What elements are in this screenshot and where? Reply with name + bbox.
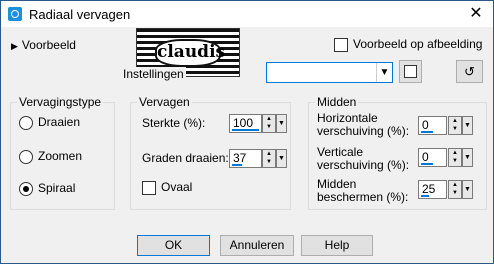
center-group: Midden Horizontale verschuiving (%): 0 ▲…	[308, 95, 487, 210]
radio-draaien[interactable]: Draaien	[19, 115, 80, 130]
h-offset-dropdown-icon[interactable]: ▼	[462, 116, 473, 135]
protect-center-label: Midden beschermen (%):	[317, 178, 408, 204]
h-offset-label-line2: verschuiving (%):	[317, 124, 410, 138]
strength-label: Sterkte (%):	[142, 116, 206, 130]
radio-zoomen[interactable]: Zoomen	[19, 149, 82, 164]
preview-toggle[interactable]: ▶ Voorbeeld	[11, 38, 76, 52]
twist-input[interactable]: 37	[229, 149, 262, 168]
reset-icon[interactable]: ↺	[456, 60, 483, 83]
strength-spinner[interactable]: ▲ ▼	[262, 114, 276, 133]
strength-input[interactable]: 100	[229, 114, 262, 133]
protect-center-input[interactable]: 25	[418, 180, 447, 199]
window-title: Radiaal vervagen	[29, 7, 131, 22]
twist-label: Graden draaien:	[142, 151, 229, 165]
twist-spinner[interactable]: ▲ ▼	[262, 149, 276, 168]
blur-type-title: Vervagingstype	[17, 95, 104, 109]
twist-dropdown-icon[interactable]: ▼	[276, 149, 287, 168]
preset-dropdown[interactable]: ▼	[266, 62, 393, 83]
app-icon	[8, 7, 22, 21]
v-offset-input[interactable]: 0	[418, 148, 447, 167]
preview-toggle-label: Voorbeeld	[21, 38, 76, 52]
protect-label-line2: beschermen (%):	[317, 190, 409, 204]
radio-label: Spiraal	[38, 181, 76, 195]
dialog-window: Radiaal vervagen ✕ ▶ Voorbeeld claudis Vo…	[0, 0, 494, 264]
cancel-button[interactable]: Annuleren	[220, 235, 294, 256]
h-offset-value: 0	[422, 118, 429, 132]
settings-label: Instellingen	[121, 67, 186, 81]
oval-checkbox[interactable]: Ovaal	[142, 180, 192, 195]
help-button[interactable]: Help	[301, 235, 373, 256]
save-preset-icon[interactable]	[399, 60, 422, 83]
ok-button[interactable]: OK	[137, 235, 210, 256]
v-offset-bar	[421, 163, 433, 165]
logo-text: claudis	[155, 39, 225, 67]
title-bar: Radiaal vervagen ✕	[1, 1, 493, 27]
radio-circle-selected[interactable]	[19, 181, 33, 196]
radio-label: Draaien	[38, 115, 81, 129]
triangle-right-icon: ▶	[11, 41, 18, 51]
blur-title: Vervagen	[137, 95, 192, 109]
v-offset-value: 0	[422, 150, 429, 164]
strength-dropdown-icon[interactable]: ▼	[276, 114, 287, 133]
strength-value: 100	[233, 116, 254, 130]
protect-dropdown-icon[interactable]: ▼	[462, 180, 473, 199]
close-icon[interactable]: ✕	[464, 3, 488, 25]
twist-bar	[232, 164, 242, 166]
oval-label: Ovaal	[161, 180, 193, 194]
blur-group: Vervagen Sterkte (%): 100 ▲ ▼ ▼ Graden dr…	[130, 95, 291, 210]
radio-circle[interactable]	[19, 115, 33, 130]
center-title: Midden	[315, 95, 359, 109]
checkbox-box[interactable]	[142, 180, 156, 195]
checkbox-box[interactable]	[334, 37, 348, 52]
preview-on-image-label: Voorbeeld op afbeelding	[353, 37, 483, 51]
strength-bar	[232, 129, 259, 131]
twist-value: 37	[233, 151, 247, 165]
blur-type-group: Vervagingstype Draaien Zoomen Spiraal	[10, 95, 115, 210]
v-offset-label: Verticale verschuiving (%):	[317, 146, 409, 172]
h-offset-input[interactable]: 0	[418, 116, 447, 135]
protect-value: 25	[422, 182, 436, 196]
v-offset-spinner[interactable]: ▲ ▼	[448, 148, 462, 167]
v-offset-dropdown-icon[interactable]: ▼	[462, 148, 473, 167]
v-offset-label-line2: verschuiving (%):	[317, 158, 410, 172]
h-offset-label: Horizontale verschuiving (%):	[317, 112, 409, 138]
h-offset-spinner[interactable]: ▲ ▼	[448, 116, 462, 135]
radio-spiraal[interactable]: Spiraal	[19, 181, 75, 196]
radio-label: Zoomen	[38, 149, 83, 163]
radio-circle[interactable]	[19, 149, 33, 164]
h-offset-bar	[421, 131, 433, 133]
protect-bar	[421, 195, 429, 197]
preview-on-image-checkbox[interactable]: Voorbeeld op afbeelding	[334, 37, 482, 52]
protect-spinner[interactable]: ▲ ▼	[448, 180, 462, 199]
chevron-down-icon[interactable]: ▼	[376, 63, 392, 82]
